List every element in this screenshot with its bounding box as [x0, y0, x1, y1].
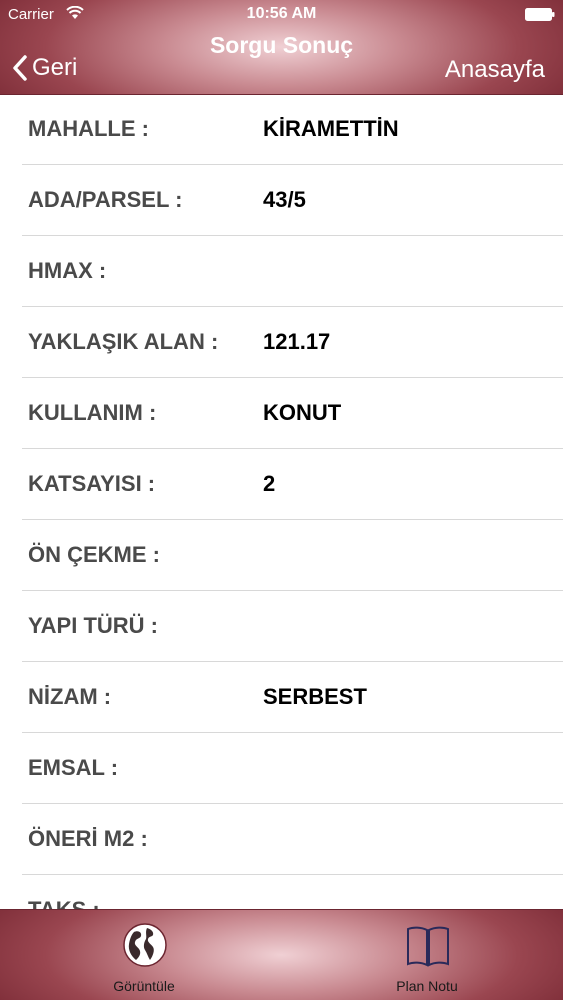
- field-label: ÖNERİ M2 :: [28, 826, 148, 851]
- result-row-on-cekme: ÖN ÇEKME :: [22, 520, 563, 591]
- nav-bar: Sorgu Sonuç Geri Anasayfa: [0, 30, 563, 94]
- home-button[interactable]: Anasayfa: [445, 56, 545, 84]
- book-icon: [407, 926, 449, 967]
- chevron-left-icon: [13, 55, 27, 81]
- field-label: HMAX :: [28, 258, 107, 283]
- page-title: Sorgu Sonuç: [209, 32, 354, 58]
- result-row-emsal: EMSAL :: [22, 733, 563, 804]
- field-value: KONUT: [263, 400, 342, 425]
- tab-bar: Görüntüle Plan Notu: [0, 910, 563, 1000]
- result-row-mahalle: MAHALLE : KİRAMETTİN: [22, 94, 563, 165]
- field-label: KATSAYISI :: [28, 471, 156, 496]
- field-value: KİRAMETTİN: [263, 116, 399, 141]
- result-row-kullanim: KULLANIM : KONUT: [22, 378, 563, 449]
- result-row-hmax: HMAX :: [22, 236, 563, 307]
- tab-label: Plan Notu: [396, 978, 458, 994]
- result-row-yapi-turu: YAPI TÜRÜ :: [22, 591, 563, 662]
- result-row-oneri-m2: ÖNERİ M2 :: [22, 804, 563, 875]
- result-row-taks: TAKS :: [22, 875, 563, 910]
- result-row-yaklasik-alan: YAKLAŞIK ALAN : 121.17: [22, 307, 563, 378]
- field-label: ADA/PARSEL :: [28, 187, 183, 212]
- field-label: NİZAM :: [28, 684, 112, 709]
- result-list[interactable]: MAHALLE : KİRAMETTİN ADA/PARSEL : 43/5 H…: [0, 94, 563, 910]
- field-value: SERBEST: [263, 684, 367, 709]
- tab-goruntule[interactable]: Görüntüle: [44, 910, 244, 1000]
- field-value: 2: [263, 471, 276, 496]
- field-label: YAPI TÜRÜ :: [28, 613, 158, 638]
- back-button-label: Geri: [32, 54, 78, 81]
- result-row-nizam: NİZAM : SERBEST: [22, 662, 563, 733]
- back-button[interactable]: Geri: [12, 50, 77, 86]
- battery-icon: [525, 8, 555, 21]
- field-label: YAKLAŞIK ALAN :: [28, 329, 219, 354]
- clock: 10:56 AM: [246, 5, 317, 22]
- field-value: 43/5: [263, 187, 306, 212]
- field-label: ÖN ÇEKME :: [28, 542, 160, 567]
- field-label: KULLANIM :: [28, 400, 157, 425]
- globe-icon: [123, 923, 167, 967]
- field-value: 121.17: [263, 329, 331, 354]
- top-bar: Carrier 10:56 AM Sorgu Sonuç Geri Anasay…: [0, 0, 563, 94]
- tab-plan-notu[interactable]: Plan Notu: [327, 910, 527, 1000]
- status-bar: Carrier 10:56 AM: [0, 0, 563, 30]
- field-label: EMSAL :: [28, 755, 119, 780]
- tab-label: Görüntüle: [113, 978, 175, 994]
- result-row-katsayisi: KATSAYISI : 2: [22, 449, 563, 520]
- result-row-ada-parsel: ADA/PARSEL : 43/5: [22, 165, 563, 236]
- field-label: MAHALLE :: [28, 116, 149, 141]
- field-label: TAKS :: [28, 897, 100, 910]
